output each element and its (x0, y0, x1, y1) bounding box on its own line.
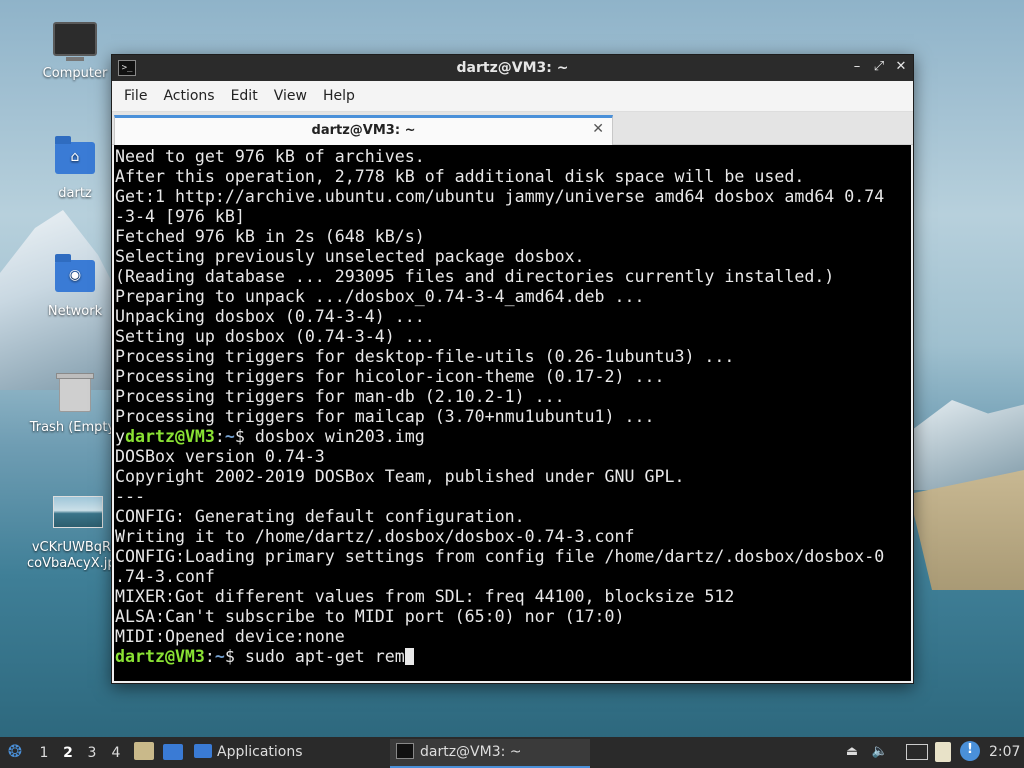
trash-icon (53, 373, 97, 416)
terminal-line: After this operation, 2,778 kB of additi… (115, 167, 805, 186)
terminal-prompt-line: ydartz@VM3:~$ dosbox win203.img (115, 427, 911, 447)
show-desktop-icon[interactable] (163, 744, 183, 760)
terminal-line: ALSA:Can't subscribe to MIDI port (65:0)… (115, 607, 625, 626)
terminal-line: .74-3.conf (115, 567, 215, 586)
window-title: dartz@VM3: ~ (456, 60, 569, 76)
terminal-line: Processing triggers for mailcap (3.70+nm… (115, 407, 655, 426)
image-file-icon (53, 496, 103, 536)
terminal-output[interactable]: Need to get 976 kB of archives. After thi… (114, 145, 911, 681)
prompt-user: dartz@VM3 (115, 647, 205, 666)
terminal-line: MIXER:Got different values from SDL: fre… (115, 587, 735, 606)
computer-icon (53, 22, 97, 62)
terminal-line: DOSBox version 0.74-3 (115, 447, 325, 466)
prompt-symbol: $ (234, 427, 255, 446)
terminal-window[interactable]: >_ dartz@VM3: ~ – ⤢ ✕ File Actions Edit … (111, 54, 914, 684)
terminal-line: -3-4 [976 kB] (115, 207, 245, 226)
prompt-command: sudo apt-get rem (244, 647, 405, 666)
terminal-line: (Reading database ... 293095 files and d… (115, 267, 835, 286)
window-titlebar[interactable]: >_ dartz@VM3: ~ – ⤢ ✕ (112, 55, 913, 81)
desktop-icon-home[interactable]: ⌂ dartz (27, 136, 123, 201)
prompt-user: dartz@VM3 (125, 427, 215, 446)
close-button[interactable]: ✕ (893, 59, 909, 75)
terminal-line: --- (115, 487, 145, 506)
desktop-icon-label: Network (47, 304, 103, 319)
desktop-icon-label: dartz (58, 186, 92, 201)
terminal-line: CONFIG:Loading primary settings from con… (115, 547, 885, 566)
prompt-separator: : (214, 427, 225, 446)
desktop-icon-label: Computer (42, 66, 108, 81)
taskbar-window-terminal[interactable]: dartz@VM3: ~ (390, 739, 590, 768)
menu-bar: File Actions Edit View Help (112, 81, 913, 112)
terminal-prompt-line: dartz@VM3:~$ sudo apt-get rem (115, 647, 911, 667)
terminal-line: Processing triggers for desktop-file-uti… (115, 347, 735, 366)
prompt-path: ~ (224, 427, 235, 446)
taskbar: ❂ 1 2 3 4 Applications dartz@VM3: ~ ⏏ 🔈 … (0, 737, 1024, 768)
prompt-path: ~ (214, 647, 225, 666)
clock[interactable]: 2:07 (989, 737, 1020, 768)
minimize-button[interactable]: – (849, 59, 865, 75)
tab-terminal[interactable]: dartz@VM3: ~ ✕ (114, 115, 613, 146)
menu-view[interactable]: View (266, 88, 315, 104)
taskbar-window-label: dartz@VM3: ~ (420, 744, 522, 760)
terminal-lines: Need to get 976 kB of archives. After thi… (114, 145, 911, 667)
volume-icon[interactable]: 🔈 (871, 743, 889, 761)
workspace-2[interactable]: 2 (59, 744, 77, 762)
start-menu-icon[interactable]: ❂ (6, 743, 24, 761)
workspace-3[interactable]: 3 (83, 744, 101, 762)
prompt-command: dosbox win203.img (254, 427, 425, 446)
desktop-icon-network[interactable]: ◉ Network (27, 254, 123, 319)
terminal-line: Selecting previously unselected package … (115, 247, 585, 266)
workspace-4[interactable]: 4 (107, 744, 125, 762)
terminal-line: CONFIG: Generating default configuration… (115, 507, 525, 526)
terminal-line: Get:1 http://archive.ubuntu.com/ubuntu j… (115, 187, 885, 206)
maximize-button[interactable]: ⤢ (871, 59, 887, 75)
tab-label: dartz@VM3: ~ (311, 123, 416, 138)
menu-edit[interactable]: Edit (223, 88, 266, 104)
desktop-icon-label: vCKrUWBqRc coVbaAcyX.jpg (27, 540, 123, 571)
terminal-line: Writing it to /home/dartz/.dosbox/dosbox… (115, 527, 635, 546)
terminal-line: MIDI:Opened device:none (115, 627, 345, 646)
notification-icon[interactable]: ! (960, 741, 980, 761)
text-cursor (404, 648, 414, 665)
desktop-icon-image[interactable]: vCKrUWBqRc coVbaAcyX.jpg (27, 490, 123, 572)
workspace-1[interactable]: 1 (35, 744, 53, 762)
applications-menu[interactable]: Applications (194, 737, 303, 768)
prompt-symbol: $ (224, 647, 245, 666)
home-folder-icon: ⌂ (53, 136, 97, 182)
eject-icon[interactable]: ⏏ (843, 743, 861, 761)
prompt-prefix: y (115, 427, 125, 446)
folder-icon (194, 744, 212, 758)
desktop-icon-computer[interactable]: Computer (27, 22, 123, 81)
desktop-icon-trash[interactable]: Trash (Empty) (27, 372, 123, 435)
terminal-line: Unpacking dosbox (0.74-3-4) ... (115, 307, 425, 326)
network-folder-icon: ◉ (53, 254, 97, 300)
terminal-line: Setting up dosbox (0.74-3-4) ... (115, 327, 435, 346)
prompt-separator: : (204, 647, 215, 666)
terminal-line: Fetched 976 kB in 2s (648 kB/s) (115, 227, 425, 246)
terminal-line: Need to get 976 kB of archives. (115, 147, 425, 166)
terminal-line: Processing triggers for man-db (2.10.2-1… (115, 387, 565, 406)
terminal-app-icon (396, 743, 414, 759)
menu-actions[interactable]: Actions (155, 88, 222, 104)
menu-file[interactable]: File (116, 88, 155, 104)
clipboard-icon[interactable] (935, 742, 951, 762)
desktop-icon-label: Trash (Empty) (29, 420, 121, 435)
terminal-line: Processing triggers for hicolor-icon-the… (115, 367, 665, 386)
tab-bar: dartz@VM3: ~ ✕ (112, 112, 913, 146)
file-manager-icon[interactable] (134, 742, 154, 760)
terminal-line: Preparing to unpack .../dosbox_0.74-3-4_… (115, 287, 645, 306)
menu-help[interactable]: Help (315, 88, 363, 104)
network-icon[interactable] (906, 744, 928, 760)
terminal-line: Copyright 2002-2019 DOSBox Team, publish… (115, 467, 685, 486)
applications-label: Applications (217, 744, 303, 760)
tab-close-icon[interactable]: ✕ (592, 121, 604, 137)
